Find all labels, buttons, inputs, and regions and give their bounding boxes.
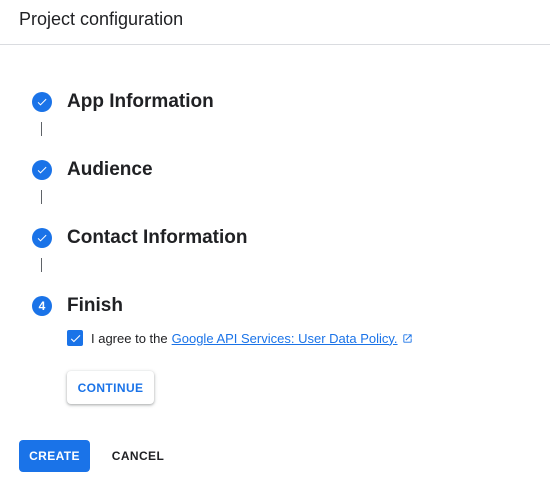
continue-button[interactable]: CONTINUE	[67, 371, 154, 404]
step-number-badge: 4	[32, 296, 52, 316]
step-audience[interactable]: Audience	[32, 158, 153, 182]
step-connector	[41, 190, 42, 204]
step-label: App Information	[67, 91, 214, 112]
checkmark-icon	[70, 334, 80, 342]
agree-checkbox[interactable]	[67, 330, 83, 346]
step-label: Audience	[67, 159, 153, 180]
step-number: 4	[38, 299, 46, 313]
user-data-policy-link[interactable]: Google API Services: User Data Policy.	[172, 331, 398, 346]
step-finish[interactable]: 4 Finish	[32, 294, 123, 318]
step-app-information[interactable]: App Information	[32, 90, 214, 114]
step-connector	[41, 122, 42, 136]
cancel-button[interactable]: CANCEL	[102, 440, 174, 472]
panel-header: Project configuration	[0, 0, 550, 45]
step-label: Finish	[67, 295, 123, 316]
check-icon	[32, 92, 52, 112]
check-icon	[32, 160, 52, 180]
step-label: Contact Information	[67, 227, 248, 248]
agreement-text: I agree to the	[91, 330, 168, 346]
page-title: Project configuration	[19, 9, 184, 29]
project-configuration-panel: Project configuration App Information Au…	[0, 0, 550, 496]
step-contact-information[interactable]: Contact Information	[32, 226, 248, 250]
agreement-row: I agree to the Google API Services: User…	[67, 329, 413, 347]
check-icon	[32, 228, 52, 248]
create-button[interactable]: CREATE	[19, 440, 90, 472]
open-in-new-icon[interactable]	[402, 333, 413, 344]
step-connector	[41, 258, 42, 272]
